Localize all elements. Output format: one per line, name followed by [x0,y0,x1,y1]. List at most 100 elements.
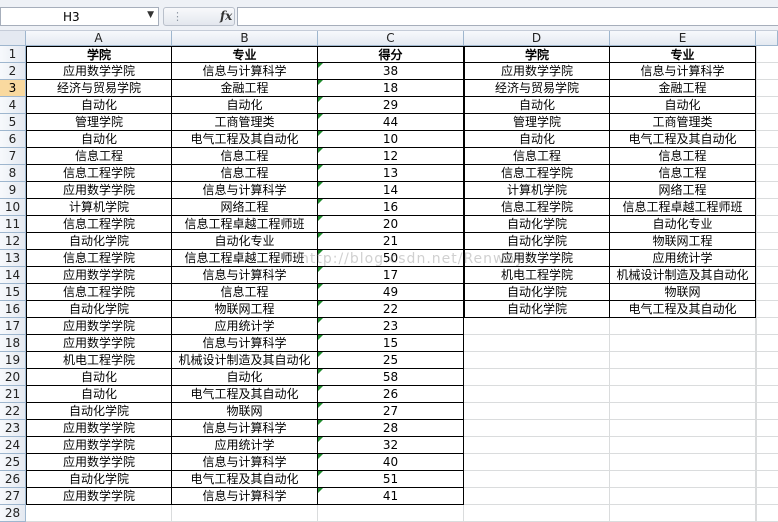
column-header-f[interactable] [756,31,778,46]
table-cell[interactable]: 应用统计学 [610,250,756,267]
table-cell[interactable]: 20 [318,216,464,233]
table-cell[interactable]: 信息工程学院 [26,216,172,233]
table-cell[interactable]: 应用数学学院 [26,437,172,454]
table-cell[interactable]: 信息工程卓越工程师班 [172,250,318,267]
table-cell[interactable]: 自动化学院 [26,471,172,488]
header-cell-b[interactable]: 专业 [172,46,318,63]
select-all-corner[interactable] [0,31,26,46]
table-cell[interactable]: 18 [318,80,464,97]
table-cell[interactable]: 自动化 [26,131,172,148]
table-cell[interactable]: 经济与贸易学院 [464,80,610,97]
table-cell[interactable]: 物联网工程 [172,301,318,318]
table-cell[interactable]: 14 [318,182,464,199]
table-cell[interactable]: 电气工程及其自动化 [172,471,318,488]
table-cell[interactable]: 自动化学院 [464,233,610,250]
row-header-15[interactable]: 15 [0,284,26,301]
table-cell[interactable]: 15 [318,335,464,352]
table-cell[interactable]: 机械设计制造及其自动化 [610,267,756,284]
table-cell[interactable]: 信息工程 [172,148,318,165]
row-header-9[interactable]: 9 [0,182,26,199]
table-cell[interactable]: 计算机学院 [26,199,172,216]
row-header-5[interactable]: 5 [0,114,26,131]
table-cell[interactable]: 机电工程学院 [26,352,172,369]
table-cell[interactable]: 信息工程 [172,284,318,301]
row-header-19[interactable]: 19 [0,352,26,369]
row-header-11[interactable]: 11 [0,216,26,233]
table-cell[interactable]: 应用数学学院 [464,63,610,80]
table-cell[interactable]: 23 [318,318,464,335]
row-header-25[interactable]: 25 [0,454,26,471]
table-cell[interactable]: 自动化学院 [26,301,172,318]
row-header-28[interactable]: 28 [0,505,26,522]
row-header-1[interactable]: 1 [0,46,26,63]
table-cell[interactable]: 工商管理类 [610,114,756,131]
row-header-23[interactable]: 23 [0,420,26,437]
table-cell[interactable]: 应用数学学院 [26,420,172,437]
table-cell[interactable]: 自动化学院 [26,403,172,420]
table-cell[interactable]: 信息工程学院 [464,199,610,216]
row-header-20[interactable]: 20 [0,369,26,386]
row-header-8[interactable]: 8 [0,165,26,182]
table-cell[interactable]: 58 [318,369,464,386]
table-cell[interactable]: 信息工程 [464,148,610,165]
table-cell[interactable]: 网络工程 [610,182,756,199]
table-cell[interactable]: 28 [318,420,464,437]
table-cell[interactable]: 信息与计算科学 [172,335,318,352]
table-cell[interactable]: 40 [318,454,464,471]
table-cell[interactable]: 信息工程学院 [26,165,172,182]
row-header-22[interactable]: 22 [0,403,26,420]
table-cell[interactable]: 金融工程 [172,80,318,97]
row-header-7[interactable]: 7 [0,148,26,165]
table-cell[interactable]: 信息工程 [26,148,172,165]
row-header-6[interactable]: 6 [0,131,26,148]
table-cell[interactable]: 自动化 [26,97,172,114]
table-cell[interactable]: 应用数学学院 [26,318,172,335]
table-cell[interactable]: 信息与计算科学 [172,182,318,199]
table-cell[interactable]: 信息与计算科学 [172,267,318,284]
table-cell[interactable]: 12 [318,148,464,165]
row-header-10[interactable]: 10 [0,199,26,216]
column-header-b[interactable]: B [172,31,318,46]
row-header-13[interactable]: 13 [0,250,26,267]
table-cell[interactable]: 自动化 [610,97,756,114]
table-cell[interactable]: 电气工程及其自动化 [172,386,318,403]
table-cell[interactable]: 物联网工程 [610,233,756,250]
row-header-17[interactable]: 17 [0,318,26,335]
table-cell[interactable]: 管理学院 [464,114,610,131]
table-cell[interactable]: 自动化专业 [610,216,756,233]
table-cell[interactable]: 13 [318,165,464,182]
table-cell[interactable]: 49 [318,284,464,301]
table-cell[interactable]: 应用统计学 [172,318,318,335]
table-cell[interactable]: 信息工程学院 [464,165,610,182]
column-header-a[interactable]: A [26,31,172,46]
table-cell[interactable]: 应用数学学院 [26,182,172,199]
function-icon[interactable]: fx [220,9,232,23]
table-cell[interactable]: 信息与计算科学 [172,454,318,471]
row-header-14[interactable]: 14 [0,267,26,284]
table-cell[interactable]: 应用统计学 [172,437,318,454]
table-cell[interactable]: 机电工程学院 [464,267,610,284]
header-cell-e[interactable]: 专业 [610,46,756,63]
table-cell[interactable]: 22 [318,301,464,318]
table-cell[interactable]: 41 [318,488,464,505]
table-cell[interactable]: 应用数学学院 [26,454,172,471]
table-cell[interactable]: 机械设计制造及其自动化 [172,352,318,369]
table-cell[interactable]: 网络工程 [172,199,318,216]
table-cell[interactable]: 29 [318,97,464,114]
row-header-16[interactable]: 16 [0,301,26,318]
table-cell[interactable]: 25 [318,352,464,369]
table-cell[interactable]: 物联网 [172,403,318,420]
table-cell[interactable]: 27 [318,403,464,420]
table-cell[interactable]: 自动化学院 [464,284,610,301]
table-cell[interactable]: 自动化学院 [464,301,610,318]
header-cell-d[interactable]: 学院 [464,46,610,63]
table-cell[interactable]: 计算机学院 [464,182,610,199]
table-cell[interactable]: 应用数学学院 [26,488,172,505]
table-cell[interactable]: 信息工程 [610,165,756,182]
table-cell[interactable]: 信息与计算科学 [172,420,318,437]
table-cell[interactable]: 32 [318,437,464,454]
table-cell[interactable]: 自动化 [26,386,172,403]
table-cell[interactable]: 信息与计算科学 [172,63,318,80]
table-cell[interactable]: 信息工程卓越工程师班 [610,199,756,216]
table-cell[interactable]: 自动化 [464,97,610,114]
